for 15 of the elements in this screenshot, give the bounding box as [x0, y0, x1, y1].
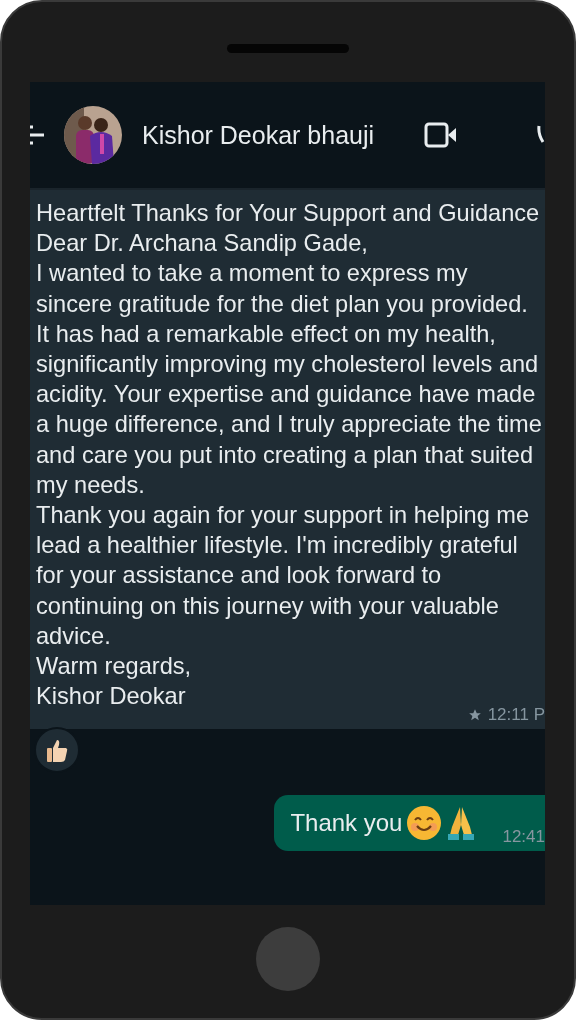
- contact-name[interactable]: Kishor Deokar bhauji: [142, 120, 375, 150]
- message-text: Thank you again for your support in helping me lead a healthier lifestyle. I'm incredibly grateful for your assistance and look forward to continuing on this journey with your valuable advice.: [36, 501, 531, 651]
- smiling-face-icon: [406, 805, 443, 842]
- thumbs-up-icon: [44, 737, 70, 764]
- message-text: Heartfelt Thanks for Your Support and Guidance: [36, 199, 541, 228]
- message-time: 12:41: [502, 827, 545, 848]
- message-text: I wanted to take a moment to express my sincere gratitude for the diet plan you provided. It has had a remarkable effect on my health, significantly improving my cholesterol levels and acidity. Your expertise and guidance have made a huge difference, and I truly appreciate the time and care you put into creating a plan that suited my needs.: [36, 259, 543, 500]
- message-text: Thank you: [290, 808, 403, 839]
- folded-hands-icon: [446, 805, 477, 842]
- video-call-icon[interactable]: [424, 122, 459, 148]
- message-text: Warm regards,: [36, 652, 193, 682]
- back-arrow-icon[interactable]: [30, 123, 44, 147]
- message-time: 12:11 P: [487, 705, 545, 726]
- message-text: Dear Dr. Archana Sandip Gade,: [36, 229, 369, 259]
- message-text: Kishor Deokar: [36, 682, 187, 712]
